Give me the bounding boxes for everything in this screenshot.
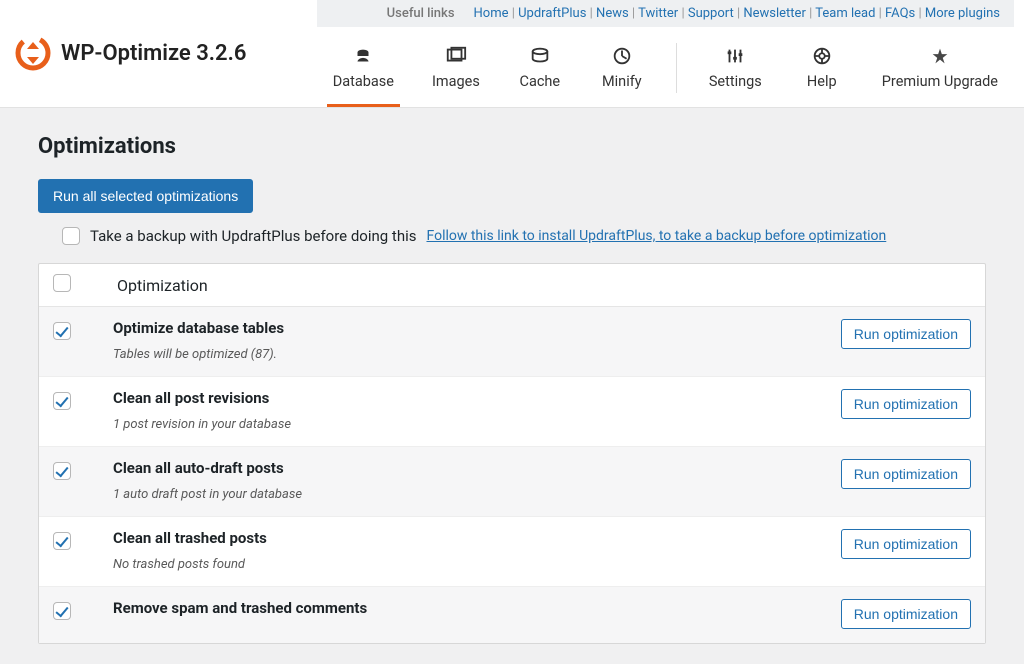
useful-link-updraftplus[interactable]: UpdraftPlus xyxy=(518,6,586,21)
run-optimization-button[interactable]: Run optimization xyxy=(841,389,971,419)
cache-icon xyxy=(529,45,551,67)
useful-link-newsletter[interactable]: Newsletter xyxy=(743,6,806,21)
tab-separator xyxy=(676,43,677,93)
optimization-title: Remove spam and trashed comments xyxy=(113,599,801,617)
brand: WP-Optimize 3.2.6 xyxy=(10,0,251,91)
tab-database[interactable]: Database xyxy=(327,41,400,107)
optimization-row: Optimize database tablesTables will be o… xyxy=(39,307,985,376)
optimization-checkbox[interactable] xyxy=(53,392,71,410)
tab-cache[interactable]: Cache xyxy=(512,41,568,107)
select-all-checkbox[interactable] xyxy=(53,274,71,292)
optimization-desc: 1 auto draft post in your database xyxy=(113,477,801,502)
tab-label: Premium Upgrade xyxy=(882,73,998,90)
premium-icon xyxy=(929,45,951,67)
optimization-checkbox[interactable] xyxy=(53,602,71,620)
optimization-title: Optimize database tables xyxy=(113,319,801,337)
backup-checkbox[interactable] xyxy=(62,227,80,245)
run-optimization-button[interactable]: Run optimization xyxy=(841,529,971,559)
tab-label: Settings xyxy=(709,73,762,90)
optimization-title: Clean all auto-draft posts xyxy=(113,459,801,477)
optimization-checkbox[interactable] xyxy=(53,532,71,550)
database-icon xyxy=(352,45,374,67)
tab-label: Minify xyxy=(602,73,642,90)
run-optimization-button[interactable]: Run optimization xyxy=(841,599,971,629)
optimization-row: Clean all post revisions1 post revision … xyxy=(39,376,985,446)
main-tabs: Database Images Cache Minify Settings Help Pre… xyxy=(317,27,1014,107)
optimization-row: Remove spam and trashed comments Run opti… xyxy=(39,586,985,643)
optimizations-heading: Optimizations xyxy=(38,134,986,159)
run-all-button[interactable]: Run all selected optimizations xyxy=(38,179,253,213)
backup-text: Take a backup with UpdraftPlus before do… xyxy=(90,227,416,245)
optimization-desc: Tables will be optimized (87). xyxy=(113,337,801,362)
optimization-desc: No trashed posts found xyxy=(113,547,801,572)
useful-links-label: Useful links xyxy=(387,6,469,21)
optimization-title: Clean all trashed posts xyxy=(113,529,801,547)
tab-settings[interactable]: Settings xyxy=(703,41,768,107)
run-optimization-button[interactable]: Run optimization xyxy=(841,319,971,349)
optimization-checkbox[interactable] xyxy=(53,322,71,340)
tab-label: Help xyxy=(807,73,837,90)
optimization-desc: 1 post revision in your database xyxy=(113,407,801,432)
optimization-title: Clean all post revisions xyxy=(113,389,801,407)
useful-links-bar: Useful links Home | UpdraftPlus | News |… xyxy=(317,0,1014,27)
useful-link-news[interactable]: News xyxy=(596,6,629,21)
optimization-row: Clean all trashed postsNo trashed posts … xyxy=(39,516,985,586)
tab-label: Database xyxy=(333,73,394,90)
backup-install-link[interactable]: Follow this link to install UpdraftPlus,… xyxy=(426,228,886,244)
tab-premium[interactable]: Premium Upgrade xyxy=(876,41,1004,107)
useful-link-more-plugins[interactable]: More plugins xyxy=(925,6,1000,21)
tab-label: Images xyxy=(432,73,480,90)
useful-link-support[interactable]: Support xyxy=(688,6,734,21)
run-optimization-button[interactable]: Run optimization xyxy=(841,459,971,489)
tab-help[interactable]: Help xyxy=(794,41,850,107)
settings-icon xyxy=(724,45,746,67)
useful-link-twitter[interactable]: Twitter xyxy=(638,6,678,21)
logo-icon xyxy=(15,35,51,71)
tab-label: Cache xyxy=(520,73,561,90)
useful-link-home[interactable]: Home xyxy=(474,6,509,21)
images-icon xyxy=(445,45,467,67)
minify-icon xyxy=(611,45,633,67)
tab-minify[interactable]: Minify xyxy=(594,41,650,107)
optimizations-table: Optimization Optimize database tablesTab… xyxy=(38,263,986,644)
tab-images[interactable]: Images xyxy=(426,41,486,107)
useful-link-team-lead[interactable]: Team lead xyxy=(815,6,875,21)
optimization-row: Clean all auto-draft posts1 auto draft p… xyxy=(39,446,985,516)
brand-title: WP-Optimize 3.2.6 xyxy=(61,41,246,66)
optimization-checkbox[interactable] xyxy=(53,462,71,480)
optimization-column-header: Optimization xyxy=(113,276,971,295)
useful-link-faqs[interactable]: FAQs xyxy=(885,6,915,21)
help-icon xyxy=(811,45,833,67)
